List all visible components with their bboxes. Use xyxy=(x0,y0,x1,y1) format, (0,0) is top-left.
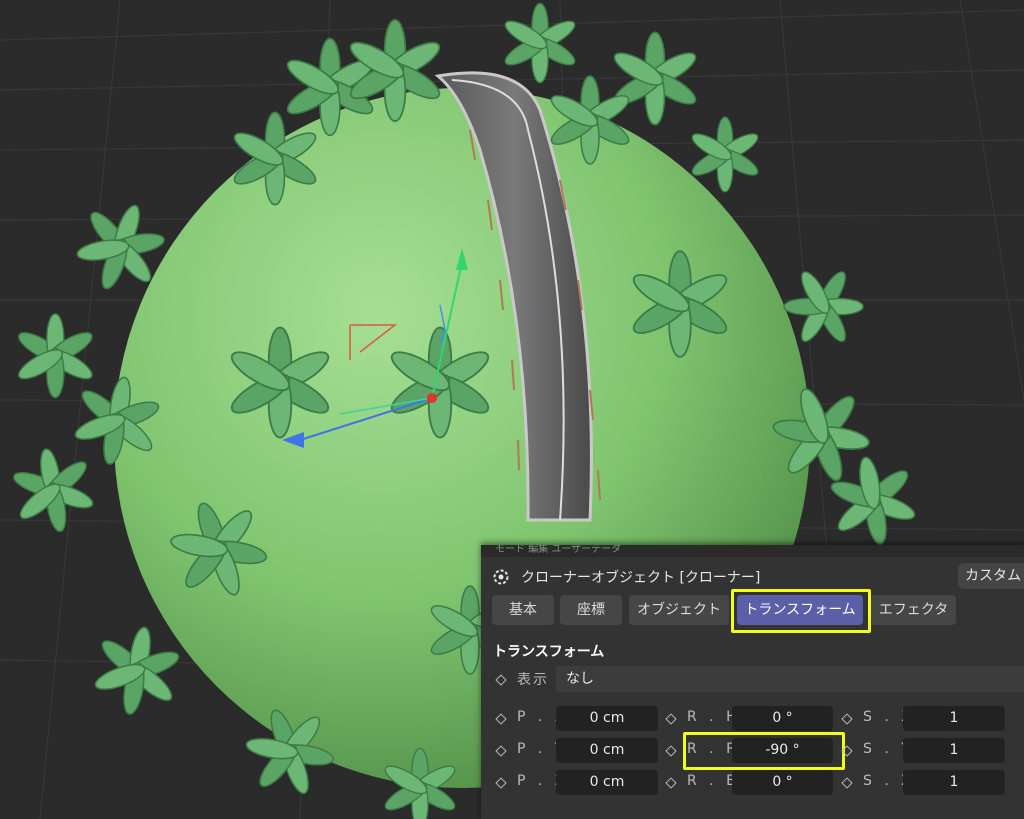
px-field[interactable]: 0 cm xyxy=(556,706,658,731)
sx-field[interactable]: 1 xyxy=(903,706,1005,731)
section-title: トランスフォーム xyxy=(493,644,605,660)
rp-label: R . P xyxy=(687,741,739,757)
rp-field[interactable]: -90 ° xyxy=(732,738,833,763)
panel-header: クローナーオブジェクト [クローナー] カスタム xyxy=(481,561,1024,591)
sy-field[interactable]: 1 xyxy=(903,738,1005,763)
tab-effectors[interactable]: エフェクタ xyxy=(871,595,956,625)
panel-menu-strip[interactable]: モード 編集 ユーザーデータ xyxy=(481,545,1024,557)
attribute-manager-panel: モード 編集 ユーザーデータ クローナーオブジェクト [クローナー] カスタム … xyxy=(481,545,1024,819)
display-dropdown[interactable]: なし xyxy=(556,666,1024,692)
rb-field[interactable]: 0 ° xyxy=(732,770,833,795)
keyframe-diamond-icon[interactable] xyxy=(841,713,853,725)
pz-field[interactable]: 0 cm xyxy=(556,770,658,795)
keyframe-diamond-icon[interactable] xyxy=(495,713,507,725)
app-window: モード 編集 ユーザーデータ クローナーオブジェクト [クローナー] カスタム … xyxy=(0,0,1024,819)
display-label: 表示 xyxy=(517,672,549,688)
keyframe-diamond-icon[interactable] xyxy=(495,745,507,757)
custom-button[interactable]: カスタム xyxy=(958,563,1024,589)
keyframe-diamond-icon[interactable] xyxy=(665,777,677,789)
rh-field[interactable]: 0 ° xyxy=(732,706,833,731)
sz-field[interactable]: 1 xyxy=(903,770,1005,795)
tab-basic[interactable]: 基本 xyxy=(492,595,554,625)
tab-transform[interactable]: トランスフォーム xyxy=(737,595,863,625)
keyframe-diamond-icon[interactable] xyxy=(841,777,853,789)
tab-coords[interactable]: 座標 xyxy=(560,595,622,625)
py-field[interactable]: 0 cm xyxy=(556,738,658,763)
keyframe-diamond-icon[interactable] xyxy=(495,777,507,789)
keyframe-diamond-icon[interactable] xyxy=(665,713,677,725)
keyframe-diamond-icon[interactable] xyxy=(665,745,677,757)
keyframe-diamond-icon[interactable] xyxy=(495,674,507,686)
cloner-icon xyxy=(493,569,509,585)
tab-object[interactable]: オブジェクト xyxy=(629,595,729,625)
object-title: クローナーオブジェクト [クローナー] xyxy=(521,570,761,586)
keyframe-diamond-icon[interactable] xyxy=(841,745,853,757)
